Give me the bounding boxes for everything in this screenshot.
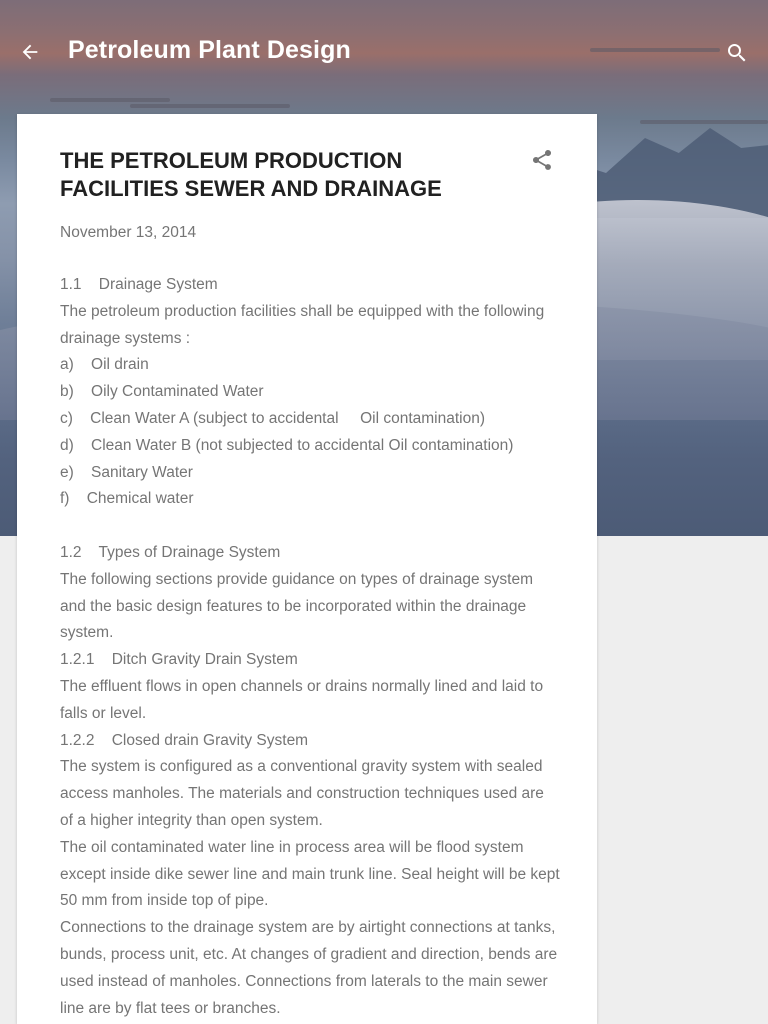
subsection-heading: 1.2.2 Closed drain Gravity System (60, 731, 309, 749)
search-icon (725, 41, 749, 70)
list-item: e) Sanitary Water (60, 463, 193, 481)
list-item: c) Clean Water A (subject to accidental … (60, 409, 486, 427)
list-item: f) Chemical water (60, 490, 194, 508)
back-button[interactable] (14, 38, 46, 70)
list-item: a) Oil drain (60, 356, 149, 374)
share-button[interactable] (526, 146, 558, 178)
blog-title[interactable]: Petroleum Plant Design (68, 36, 351, 65)
subsection-heading: 1.2.1 Ditch Gravity Drain System (60, 651, 298, 669)
list-item: d) Clean Water B (not subjected to accid… (60, 436, 514, 454)
top-app-bar: Petroleum Plant Design (0, 0, 768, 108)
arrow-left-icon (19, 41, 41, 68)
paragraph: The effluent flows in open channels or d… (60, 677, 544, 722)
list-item: b) Oily Contaminated Water (60, 383, 264, 401)
paragraph: The system is configured as a convention… (60, 758, 544, 829)
paragraph: The following sections provide guidance … (60, 570, 534, 642)
post-date: November 13, 2014 (60, 224, 197, 241)
paragraph: The oil contaminated water line in proce… (60, 838, 560, 910)
section-heading: 1.2 Types of Drainage System (60, 543, 281, 561)
post-title: THE PETROLEUM PRODUCTION FACILITIES SEWE… (60, 148, 442, 201)
share-icon (530, 148, 554, 177)
section-heading: 1.1 Drainage System (60, 276, 218, 293)
paragraph: Connections to the drainage system are b… (60, 919, 558, 1017)
paragraph: The petroleum production facilities shal… (60, 302, 545, 347)
search-button[interactable] (720, 38, 754, 72)
post-card: THE PETROLEUM PRODUCTION FACILITIES SEWE… (17, 114, 597, 1024)
post-body: 1.1 Drainage System The petroleum produc… (60, 272, 560, 1022)
